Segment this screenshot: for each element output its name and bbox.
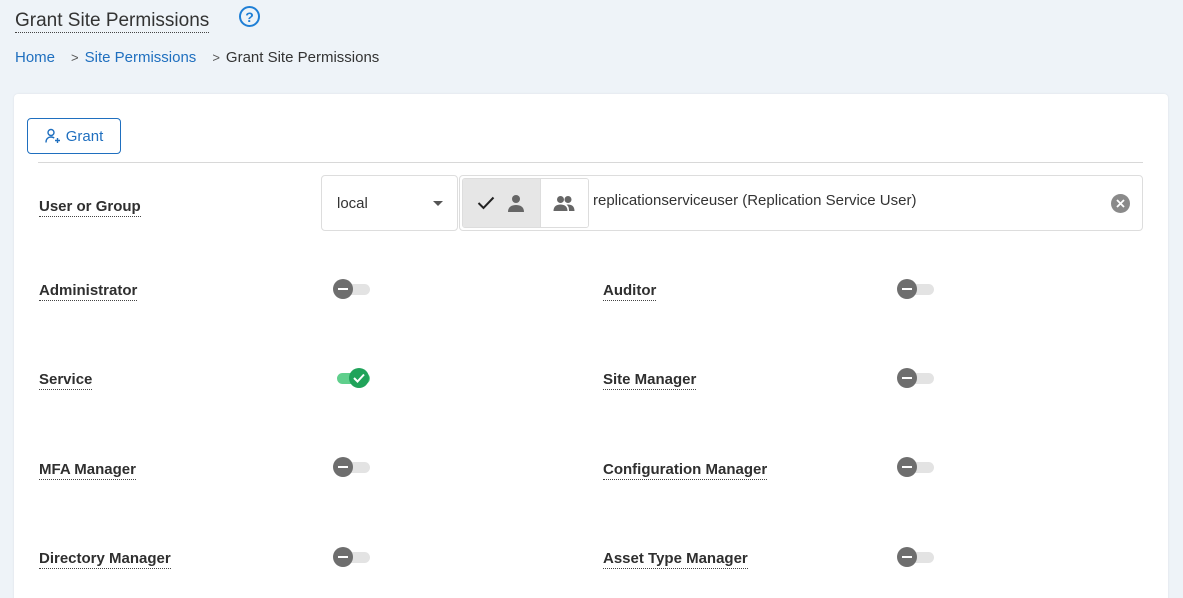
person-icon <box>508 195 525 212</box>
minus-icon <box>333 279 353 299</box>
user-or-group-label: User or Group <box>39 198 141 217</box>
asset-type-manager-toggle[interactable] <box>897 545 935 569</box>
grant-button-label: Grant <box>65 127 104 145</box>
permission-label-service: Service <box>39 371 93 390</box>
breadcrumb-site-permissions-link[interactable]: Site Permissions <box>85 49 197 66</box>
directory-select[interactable]: local <box>321 175 458 231</box>
breadcrumb-home-link[interactable]: Home <box>15 49 55 66</box>
permission-label-mfa-manager: MFA Manager <box>39 461 136 480</box>
add-user-icon <box>45 128 60 143</box>
administrator-toggle[interactable] <box>333 277 371 301</box>
group-icon <box>553 196 575 211</box>
check-icon <box>478 196 495 210</box>
mfa-manager-toggle[interactable] <box>333 455 371 479</box>
user-type-toggle[interactable] <box>463 179 540 227</box>
permission-label-administrator: Administrator <box>39 282 138 301</box>
service-toggle[interactable] <box>333 366 371 390</box>
chevron-right-icon: > <box>212 50 220 65</box>
help-icon[interactable]: ? <box>239 6 260 27</box>
permission-label-asset-type-manager: Asset Type Manager <box>603 550 748 569</box>
divider <box>38 162 1143 163</box>
permission-label-directory-manager: Directory Manager <box>39 550 171 569</box>
page-title: Grant Site Permissions <box>15 10 210 33</box>
clear-icon[interactable] <box>1111 194 1130 213</box>
group-type-toggle[interactable] <box>539 179 588 227</box>
breadcrumb-current: Grant Site Permissions <box>225 49 380 66</box>
caret-down-icon <box>433 201 443 206</box>
directory-select-value: local <box>337 194 368 212</box>
minus-icon <box>897 279 917 299</box>
permission-label-configuration-manager: Configuration Manager <box>603 461 768 480</box>
minus-icon <box>897 547 917 567</box>
permission-label-auditor: Auditor <box>603 282 657 301</box>
configuration-manager-toggle[interactable] <box>897 455 935 479</box>
permissions-card: Grant User or Group local replicationser… <box>14 94 1168 598</box>
minus-icon <box>333 547 353 567</box>
grant-button[interactable]: Grant <box>27 118 121 154</box>
auditor-toggle[interactable] <box>897 277 935 301</box>
check-icon <box>349 368 369 388</box>
minus-icon <box>897 368 917 388</box>
directory-manager-toggle[interactable] <box>333 545 371 569</box>
user-or-group-value: replicationserviceuser (Replication Serv… <box>593 192 917 209</box>
chevron-right-icon: > <box>71 50 79 65</box>
site-manager-toggle[interactable] <box>897 366 935 390</box>
principal-type-toggle <box>462 178 589 228</box>
minus-icon <box>897 457 917 477</box>
user-or-group-field[interactable]: replicationserviceuser (Replication Serv… <box>459 175 1143 231</box>
minus-icon <box>333 457 353 477</box>
permission-label-site-manager: Site Manager <box>603 371 697 390</box>
breadcrumb: Home > Site Permissions > Grant Site Per… <box>15 49 379 66</box>
